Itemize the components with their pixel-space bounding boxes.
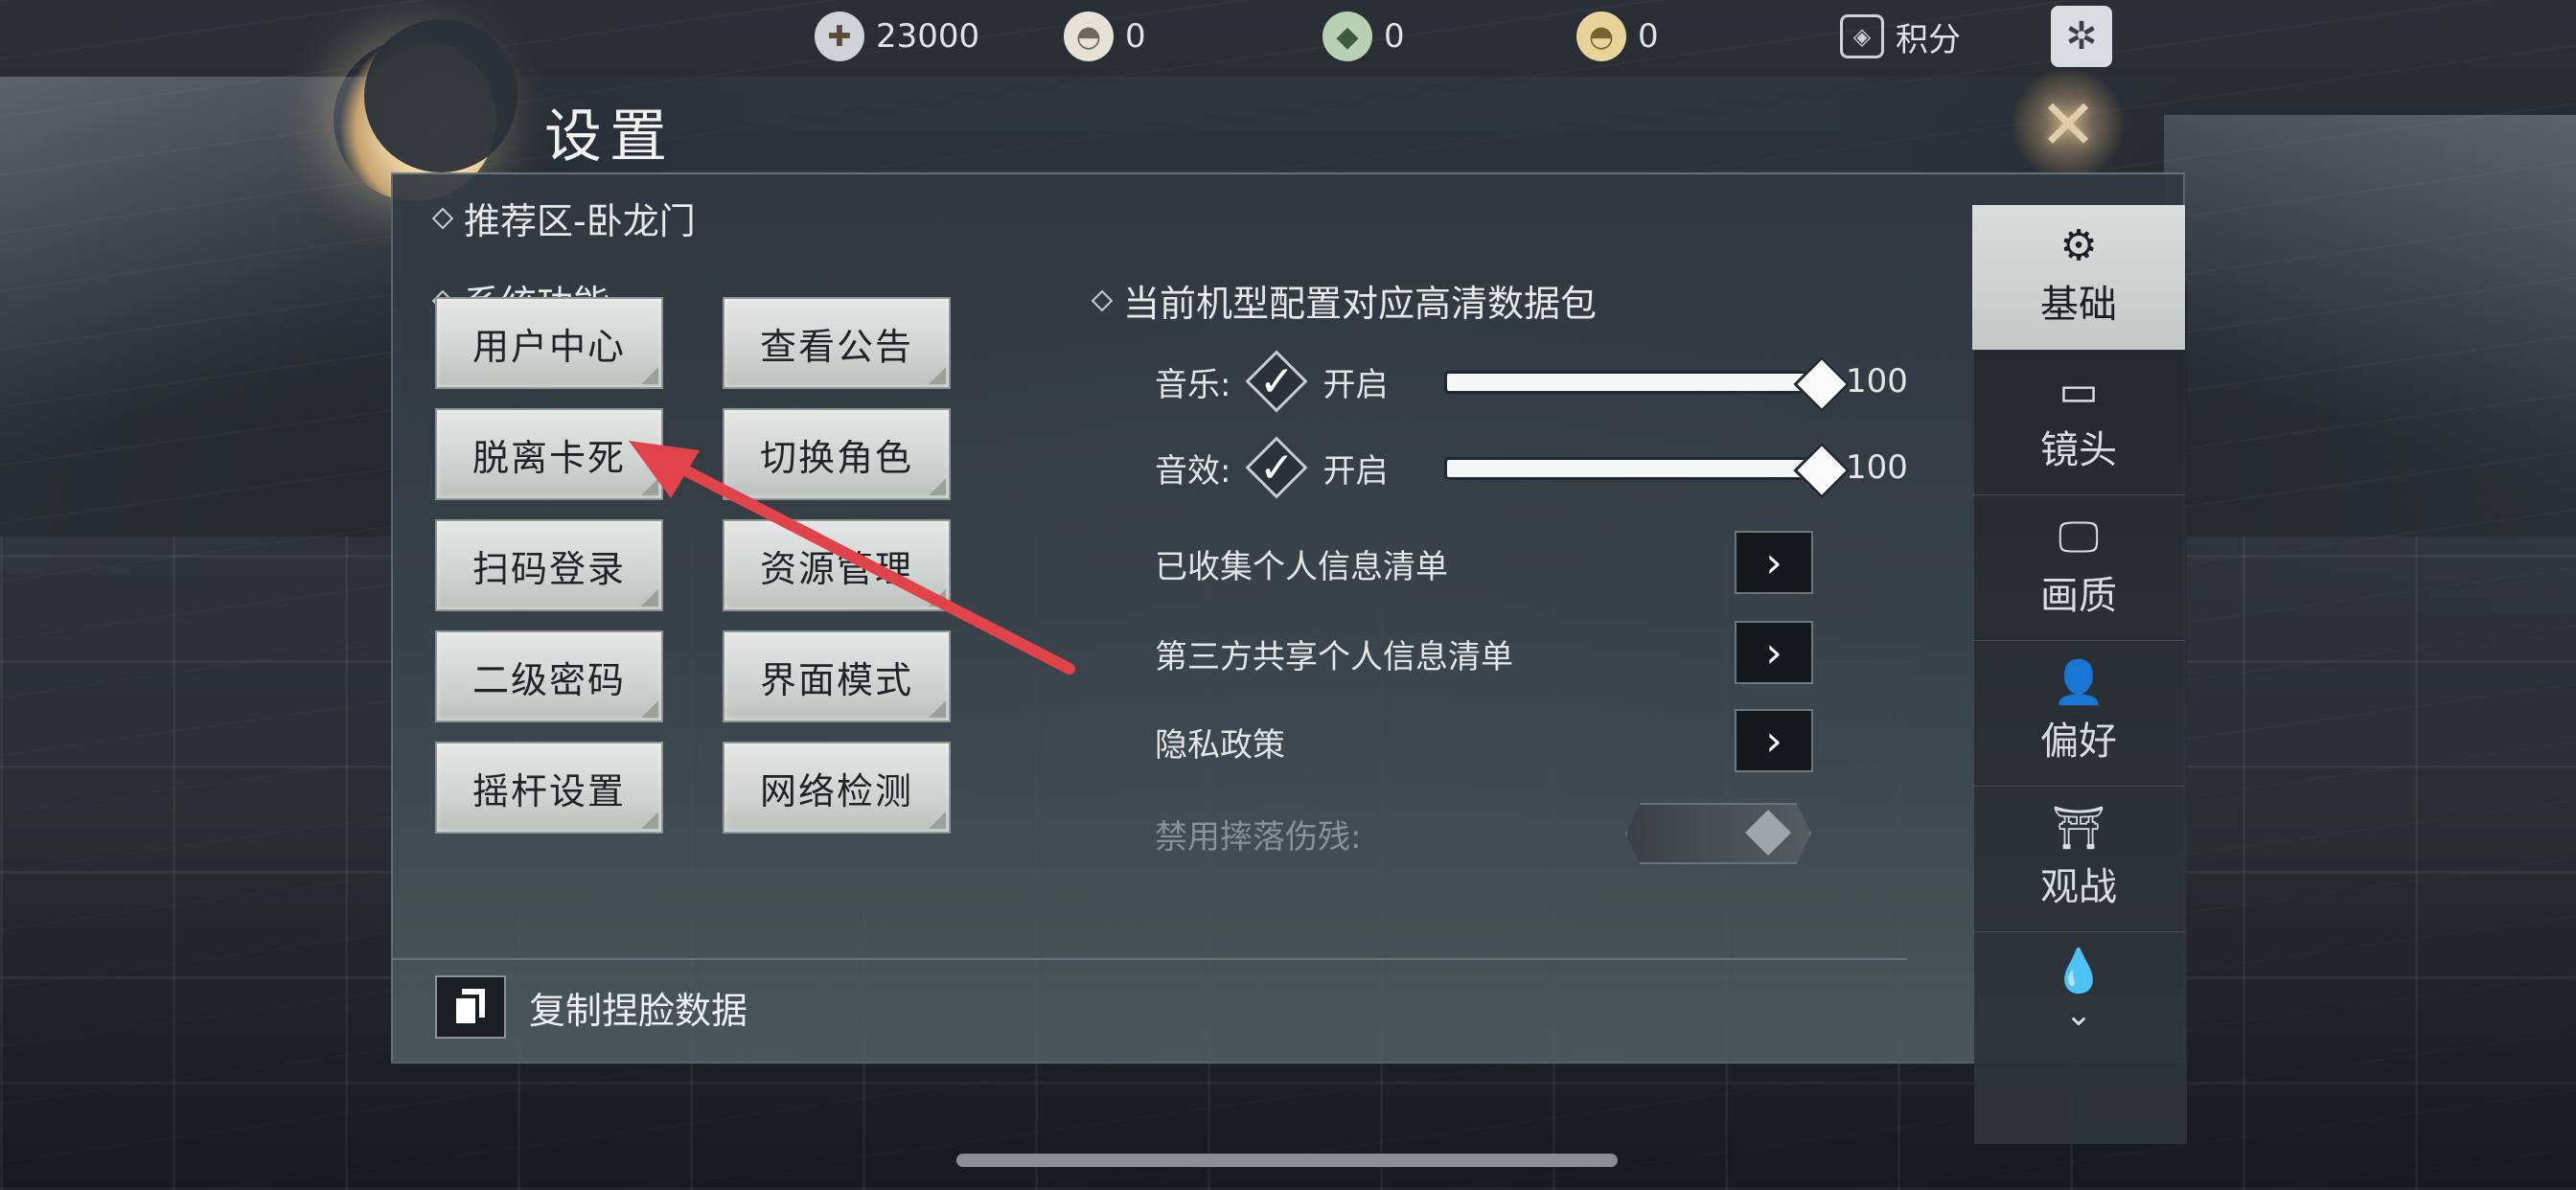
monitor-icon: 🖵 xyxy=(2058,513,2100,561)
music-checkbox[interactable]: ✓ xyxy=(1245,350,1308,413)
secondary-password-button[interactable]: 二级密码 xyxy=(435,630,663,722)
switch-character-button[interactable]: 切换角色 xyxy=(723,408,951,500)
tab-graphics-label: 画质 xyxy=(2040,574,2117,618)
coin-plus-icon: ✚ xyxy=(815,11,864,61)
diamond-bullet-icon xyxy=(431,207,454,229)
user-gear-icon: 👤 xyxy=(2052,658,2105,707)
tab-spectate[interactable]: ⛩ 观战 xyxy=(1972,788,2185,932)
third-party-info-row: 第三方共享个人信息清单 xyxy=(1155,630,1513,677)
music-row: 音乐: ✓ 开启 xyxy=(1155,350,1389,413)
fall-damage-row: 禁用摔落伤残: xyxy=(1155,811,1361,858)
privacy-policy-arrow-button[interactable]: › xyxy=(1735,709,1813,772)
close-petal-decoration xyxy=(2011,67,2126,182)
copy-face-data-label: 复制捏脸数据 xyxy=(529,989,748,1032)
diamond-bullet-icon xyxy=(1091,289,1114,311)
tab-graphics[interactable]: 🖵 画质 xyxy=(1972,496,2185,641)
resource-management-button[interactable]: 资源管理 xyxy=(723,519,951,611)
music-label: 音乐: xyxy=(1155,365,1231,404)
music-slider-track[interactable] xyxy=(1447,374,1817,391)
scan-login-button[interactable]: 扫码登录 xyxy=(435,519,663,611)
close-button[interactable]: ✕ xyxy=(2011,67,2126,182)
moon-shadow xyxy=(364,19,518,172)
sfx-value: 100 xyxy=(1846,448,1908,487)
hd-package-title: 当前机型配置对应高清数据包 xyxy=(1123,283,1598,325)
network-check-button[interactable]: 网络检测 xyxy=(723,742,951,834)
sfx-label: 音效: xyxy=(1155,451,1231,491)
settings-dialog: 设置 ✕ 推荐区-卧龙门 系统功能 用户中心 查看公告 脱离卡死 切换角色 扫码… xyxy=(334,19,2193,1144)
unstuck-button[interactable]: 脱离卡死 xyxy=(435,408,663,500)
user-center-button[interactable]: 用户中心 xyxy=(435,297,663,389)
resource-gold-ingot-value: 0 xyxy=(1638,17,1659,56)
tab-spectate-label: 观战 xyxy=(2040,865,2117,909)
copy-icon xyxy=(435,975,506,1039)
gold-ingot-plus-icon: ◓ xyxy=(1576,11,1626,61)
collected-info-label: 已收集个人信息清单 xyxy=(1155,548,1448,586)
camera-icon: ▭ xyxy=(2058,367,2099,416)
gear-emblem-icon: ✲ xyxy=(2051,6,2112,67)
resource-coin[interactable]: ✚ 23000 xyxy=(815,8,979,65)
privacy-policy-label: 隐私政策 xyxy=(1155,726,1285,765)
hd-package-header: 当前机型配置对应高清数据包 xyxy=(1091,274,1598,327)
server-name: 推荐区-卧龙门 xyxy=(464,200,696,242)
tab-basic[interactable]: ⚙ 基础 xyxy=(1972,205,2185,350)
resource-jade-value: 0 xyxy=(1384,17,1405,56)
sfx-slider-track[interactable] xyxy=(1447,460,1817,477)
server-header: 推荐区-卧龙门 xyxy=(431,192,696,244)
settings-panel: 推荐区-卧龙门 系统功能 用户中心 查看公告 脱离卡死 切换角色 扫码登录 资源… xyxy=(391,172,2187,1144)
theater-icon: ⛩ xyxy=(2052,804,2105,853)
tab-camera[interactable]: ▭ 镜头 xyxy=(1972,351,2185,495)
background-snow-right xyxy=(2164,115,2576,613)
sfx-toggle-label: 开启 xyxy=(1322,451,1389,491)
shield-badge-icon: ◈ xyxy=(1840,14,1884,58)
copy-face-data-row[interactable]: 复制捏脸数据 xyxy=(435,975,748,1039)
emblem-button[interactable]: ✲ xyxy=(2051,6,2112,67)
check-icon: ✓ xyxy=(1259,356,1295,406)
resource-ingot[interactable]: ◓ 0 xyxy=(1064,8,1146,65)
collected-info-arrow-button[interactable]: › xyxy=(1735,531,1813,594)
fall-damage-toggle[interactable] xyxy=(1625,803,1811,864)
chevron-right-icon: › xyxy=(1765,716,1782,766)
sfx-checkbox[interactable]: ✓ xyxy=(1245,436,1308,499)
music-value: 100 xyxy=(1846,362,1908,400)
interface-mode-button[interactable]: 界面模式 xyxy=(723,630,951,722)
resource-jade[interactable]: ◆ 0 xyxy=(1322,8,1405,65)
sfx-slider-thumb[interactable] xyxy=(1793,442,1851,499)
toggle-knob xyxy=(1744,809,1792,857)
points-label: 积分 xyxy=(1896,20,1961,59)
tab-camera-label: 镜头 xyxy=(2040,428,2117,472)
chevron-right-icon: › xyxy=(1765,538,1782,587)
check-icon: ✓ xyxy=(1259,443,1295,492)
music-toggle-label: 开启 xyxy=(1322,365,1389,404)
panel-divider xyxy=(393,958,1907,960)
joystick-settings-button[interactable]: 摇杆设置 xyxy=(435,742,663,834)
view-notice-button[interactable]: 查看公告 xyxy=(723,297,951,389)
third-party-info-label: 第三方共享个人信息清单 xyxy=(1155,638,1513,676)
chevron-right-icon: › xyxy=(1765,628,1782,677)
tab-preference-label: 偏好 xyxy=(2040,720,2117,764)
resource-ingot-value: 0 xyxy=(1125,17,1146,56)
gear-icon: ⚙ xyxy=(2059,221,2098,270)
ingot-plus-icon: ◓ xyxy=(1064,11,1114,61)
jade-plus-icon: ◆ xyxy=(1322,11,1372,61)
fall-damage-label: 禁用摔落伤残: xyxy=(1155,818,1362,857)
droplets-icon: 💧 xyxy=(2052,947,2105,995)
tab-basic-label: 基础 xyxy=(2040,283,2117,327)
tab-preference[interactable]: 👤 偏好 xyxy=(1972,642,2185,787)
dialog-title: 设置 xyxy=(544,103,675,171)
privacy-policy-row: 隐私政策 xyxy=(1155,719,1285,766)
home-indicator[interactable] xyxy=(956,1154,1618,1167)
resource-coin-value: 23000 xyxy=(876,17,980,56)
chevron-down-icon: ⌄ xyxy=(2064,995,2093,1034)
tab-more[interactable]: 💧 ⌄ xyxy=(1972,933,2185,1048)
music-slider-thumb[interactable] xyxy=(1793,355,1851,413)
points-button[interactable]: ◈ 积分 xyxy=(1840,8,1961,65)
sfx-row: 音效: ✓ 开启 xyxy=(1155,436,1389,499)
resource-gold-ingot[interactable]: ◓ 0 xyxy=(1576,8,1659,65)
third-party-info-arrow-button[interactable]: › xyxy=(1735,621,1813,684)
collected-info-row: 已收集个人信息清单 xyxy=(1155,540,1448,587)
